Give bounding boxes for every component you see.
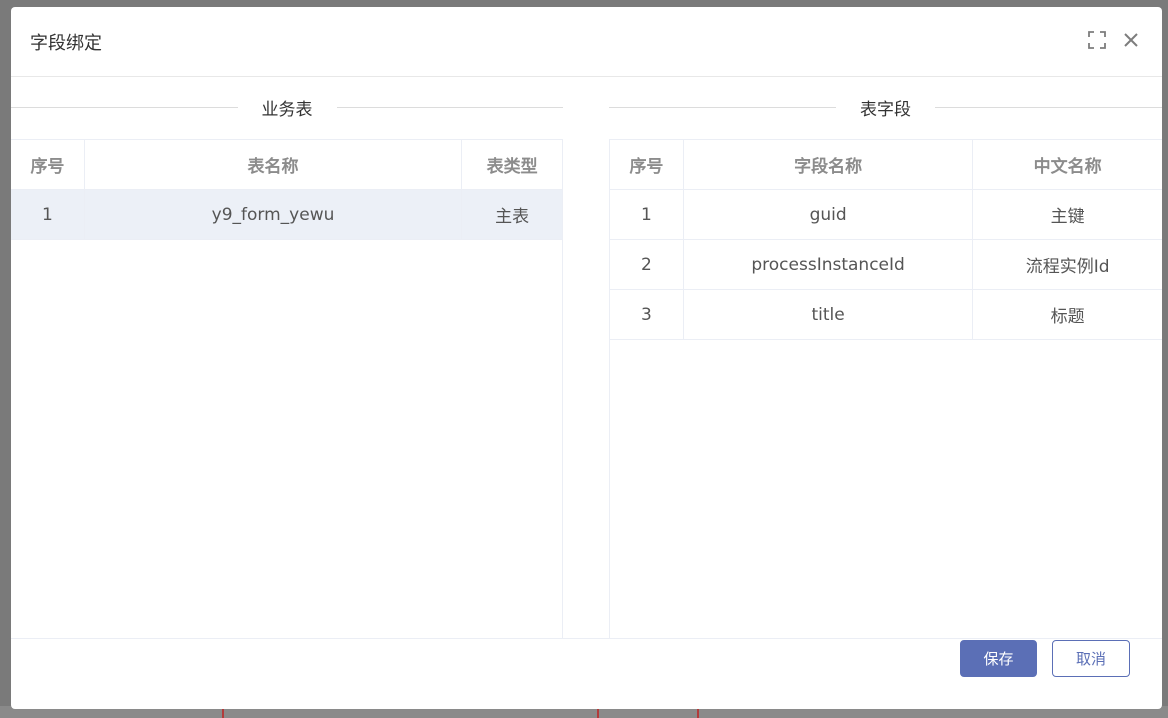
- row-chinese-name: 主键: [1050, 207, 1085, 227]
- close-icon[interactable]: [1121, 30, 1141, 50]
- business-table-panel: 业务表 序号 表名称 表类型 1 y9_form_yewu 主表: [11, 77, 563, 639]
- column-header-table-name[interactable]: 表名称: [85, 140, 463, 189]
- row-chinese-name: 标题: [1050, 307, 1085, 327]
- row-chinese-name: 流程实例Id: [1025, 257, 1110, 277]
- cancel-button[interactable]: 取消: [1052, 640, 1130, 677]
- column-header-index[interactable]: 序号: [11, 140, 85, 189]
- table-fields-panel: 表字段 序号 字段名称 中文名称 1 guid 主键 2 processInst…: [609, 77, 1162, 639]
- column-header-chinese-name[interactable]: 中文名称: [973, 140, 1162, 189]
- business-table-heading: 业务表: [237, 100, 337, 120]
- dialog-title: 字段绑定: [30, 33, 102, 54]
- table-fields-divider: 表字段: [609, 77, 1162, 139]
- table-row[interactable]: 2 processInstanceId 流程实例Id: [610, 240, 1162, 290]
- backdrop-marker: [697, 708, 699, 718]
- row-field-name: processInstanceId: [684, 240, 974, 289]
- table-row[interactable]: 3 title 标题: [610, 290, 1162, 340]
- fullscreen-icon[interactable]: [1087, 30, 1107, 50]
- row-index: 1: [610, 190, 684, 239]
- business-table: 序号 表名称 表类型 1 y9_form_yewu 主表: [11, 139, 563, 639]
- row-field-name: guid: [684, 190, 974, 239]
- row-index: 1: [11, 190, 85, 239]
- field-binding-dialog: 字段绑定 业务表 序号 表名称 表类型 1 y9_form_yewu 主表 表字…: [11, 7, 1162, 709]
- column-header-index[interactable]: 序号: [610, 140, 684, 189]
- dialog-header: 字段绑定: [11, 7, 1162, 77]
- backdrop-marker: [597, 708, 599, 718]
- table-row[interactable]: 1 guid 主键: [610, 190, 1162, 240]
- business-table-divider: 业务表: [11, 77, 563, 139]
- table-header-row: 序号 字段名称 中文名称: [610, 140, 1162, 190]
- row-table-type: 主表: [495, 207, 530, 227]
- backdrop-marker: [222, 708, 224, 718]
- table-header-row: 序号 表名称 表类型: [11, 140, 562, 190]
- table-fields-table: 序号 字段名称 中文名称 1 guid 主键 2 processInstance…: [609, 139, 1162, 639]
- save-button[interactable]: 保存: [960, 640, 1037, 677]
- row-table-name: y9_form_yewu: [85, 190, 463, 239]
- column-header-table-type[interactable]: 表类型: [462, 140, 562, 189]
- column-header-field-name[interactable]: 字段名称: [684, 140, 974, 189]
- table-fields-heading: 表字段: [836, 100, 935, 120]
- table-row[interactable]: 1 y9_form_yewu 主表: [11, 190, 562, 240]
- dialog-footer: 保存 取消: [11, 638, 1162, 709]
- row-field-name: title: [684, 290, 974, 339]
- row-index: 2: [610, 240, 684, 289]
- row-index: 3: [610, 290, 684, 339]
